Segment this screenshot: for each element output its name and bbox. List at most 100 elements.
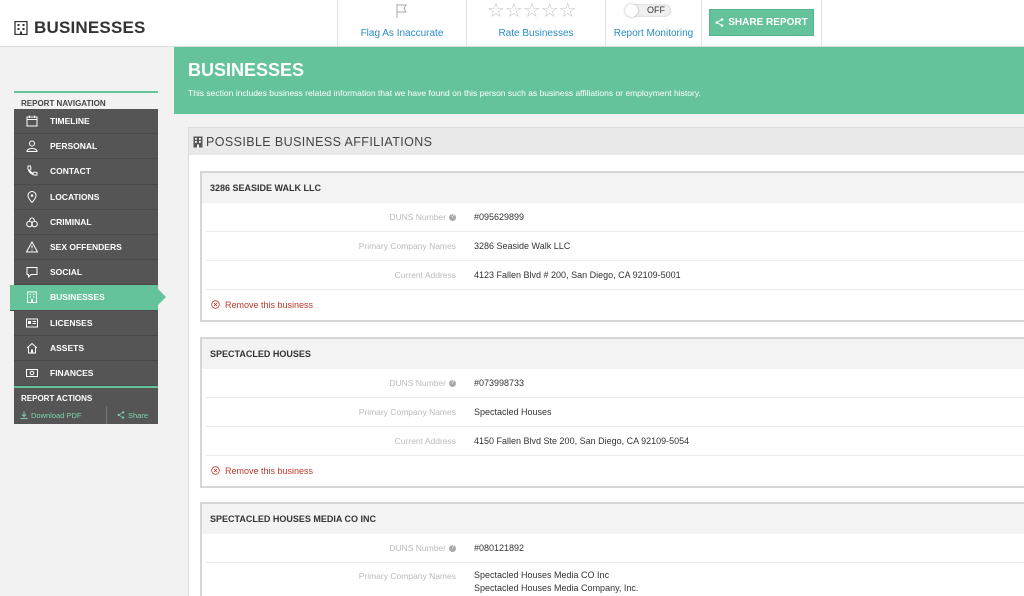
remove-business-link[interactable]: Remove this business <box>202 290 1024 319</box>
person-icon <box>26 140 38 153</box>
sidebar-item-assets[interactable]: ASSETS <box>14 336 158 361</box>
report-monitoring-label: Report Monitoring <box>613 28 694 39</box>
flag-inaccurate-label: Flag As Inaccurate <box>360 28 444 39</box>
primary-name-value: Spectacled Houses Media Company, Inc. <box>474 583 639 593</box>
section-header: BUSINESSES This section includes busines… <box>174 47 1024 114</box>
rate-businesses-label: Rate Businesses <box>498 28 574 39</box>
primary-name-label: Primary Company Names <box>358 241 456 251</box>
sidebar-item-label: TIMELINE <box>50 116 90 127</box>
report-monitoring-control[interactable]: OFF Report Monitoring <box>606 0 701 47</box>
toolbar-divider <box>821 0 822 47</box>
sidebar-item-personal[interactable]: PERSONAL <box>14 134 158 160</box>
section-title: BUSINESSES <box>188 60 305 80</box>
duns-label-text: DUNS Number <box>389 378 446 388</box>
primary-name-row: Primary Company Names Spectacled Houses … <box>206 563 1024 596</box>
address-row: Current Address 4150 Fallen Blvd Ste 200… <box>206 427 1024 456</box>
flag-inaccurate-button[interactable]: Flag As Inaccurate <box>338 0 466 47</box>
toolbar-divider <box>701 0 702 47</box>
share-link[interactable]: Share <box>107 406 158 424</box>
primary-name-label: Primary Company Names <box>358 407 456 417</box>
primary-name-row: Primary Company Names 3286 Seaside Walk … <box>206 232 1024 261</box>
primary-name-value: Spectacled Houses Media CO Inc <box>474 570 610 580</box>
help-icon[interactable]: ? <box>449 380 456 388</box>
report-actions-heading: REPORT ACTIONS <box>14 386 158 407</box>
duns-value: #073998733 <box>474 378 525 388</box>
primary-name-values: Spectacled Houses Media CO Inc Spectacle… <box>456 563 638 595</box>
address-value: 4123 Fallen Blvd # 200, San Diego, CA 92… <box>474 270 681 280</box>
building-icon <box>193 136 203 147</box>
business-name: 3286 SEASIDE WALK LLC <box>202 173 1024 203</box>
business-card: SPECTACLED HOUSES MEDIA CO INC DUNS Numb… <box>200 502 1024 596</box>
panel-heading: POSSIBLE BUSINESS AFFILIATIONS <box>189 128 1024 155</box>
sidebar-item-social[interactable]: SOCIAL <box>14 260 158 286</box>
map-pin-icon <box>27 190 37 203</box>
sidebar-item-label: CONTACT <box>50 166 91 177</box>
business-name: SPECTACLED HOUSES <box>202 339 1024 369</box>
sidebar-item-label: SEX OFFENDERS <box>50 242 122 253</box>
sidebar-item-label: CRIMINAL <box>50 216 92 227</box>
download-pdf-link[interactable]: Download PDF <box>14 406 107 425</box>
address-value: 4150 Fallen Blvd Ste 200, San Diego, CA … <box>474 436 690 446</box>
remove-business-link[interactable]: Remove this business <box>202 456 1024 485</box>
remove-business-label: Remove this business <box>225 465 314 476</box>
sidebar-item-label: PERSONAL <box>50 141 98 152</box>
chat-icon <box>26 267 38 279</box>
remove-business-label: Remove this business <box>225 299 314 310</box>
remove-icon <box>211 466 220 475</box>
sidebar-item-label: FINANCES <box>50 367 94 378</box>
id-card-icon <box>26 318 38 328</box>
sidebar-item-label: SOCIAL <box>50 267 83 278</box>
duns-row: DUNS Number? #080121892 <box>206 534 1024 563</box>
share-label: Share <box>127 410 148 420</box>
primary-name-value: Spectacled Houses <box>474 407 552 417</box>
building-icon <box>14 21 28 35</box>
share-report-label: SHARE REPORT <box>728 17 808 28</box>
duns-label-text: DUNS Number <box>389 212 446 222</box>
toggle-state: OFF <box>647 5 665 15</box>
report-actions: Download PDF Share <box>14 406 158 425</box>
business-card: SPECTACLED HOUSES DUNS Number? #07399873… <box>200 337 1024 488</box>
address-label: Current Address <box>394 436 456 446</box>
primary-name-row: Primary Company Names Spectacled Houses <box>206 398 1024 427</box>
sidebar-item-label: LOCATIONS <box>50 191 100 202</box>
phone-icon <box>27 165 38 177</box>
download-pdf-label: Download PDF <box>31 410 82 420</box>
duns-label: DUNS Number? <box>206 543 456 553</box>
house-icon <box>26 342 38 354</box>
top-bar: BUSINESSES Flag As Inaccurate ☆☆☆☆☆ Rate… <box>0 0 1024 47</box>
sidebar-item-finances[interactable]: FINANCES <box>14 361 158 387</box>
rate-businesses-button[interactable]: ☆☆☆☆☆ Rate Businesses <box>467 0 605 47</box>
duns-row: DUNS Number? #095629899 <box>206 203 1024 232</box>
calendar-icon <box>26 115 38 127</box>
duns-value: #095629899 <box>474 212 525 222</box>
business-name: SPECTACLED HOUSES MEDIA CO INC <box>202 504 1024 534</box>
share-icon <box>715 18 724 27</box>
sidebar-item-sex-offenders[interactable]: SEX OFFENDERS <box>14 235 158 261</box>
sidebar-item-label: BUSINESSES <box>50 292 105 303</box>
sidebar-item-licenses[interactable]: LICENSES <box>14 311 158 336</box>
sidebar-item-contact[interactable]: CONTACT <box>14 159 158 185</box>
help-icon[interactable]: ? <box>449 214 456 222</box>
page-title-text: BUSINESSES <box>34 18 146 37</box>
duns-row: DUNS Number? #073998733 <box>206 369 1024 398</box>
report-navigation-heading: REPORT NAVIGATION <box>14 91 158 109</box>
duns-value: #080121892 <box>474 543 525 553</box>
report-sidebar: REPORT NAVIGATION TIMELINE PERSONAL CONT… <box>10 91 166 425</box>
business-card: 3286 SEASIDE WALK LLC DUNS Number? #0956… <box>200 171 1024 322</box>
rating-stars[interactable]: ☆☆☆☆☆ <box>487 1 577 21</box>
download-icon <box>20 411 28 420</box>
sidebar-item-label: LICENSES <box>50 317 93 328</box>
section-description: This section includes business related i… <box>188 88 701 98</box>
monitoring-toggle[interactable]: OFF <box>625 4 671 17</box>
sidebar-item-locations[interactable]: LOCATIONS <box>14 185 158 210</box>
sidebar-item-businesses[interactable]: BUSINESSES <box>10 285 166 311</box>
sidebar-item-timeline[interactable]: TIMELINE <box>14 109 158 135</box>
address-label: Current Address <box>394 270 456 280</box>
share-report-button[interactable]: SHARE REPORT <box>709 9 814 36</box>
warning-icon <box>26 241 38 253</box>
help-icon[interactable]: ? <box>449 545 456 553</box>
sidebar-item-criminal[interactable]: CRIMINAL <box>14 210 158 235</box>
address-row: Current Address 4123 Fallen Blvd # 200, … <box>206 261 1024 290</box>
share-icon <box>117 411 125 419</box>
report-navigation: TIMELINE PERSONAL CONTACT LOCATIONS CRIM… <box>10 109 166 387</box>
